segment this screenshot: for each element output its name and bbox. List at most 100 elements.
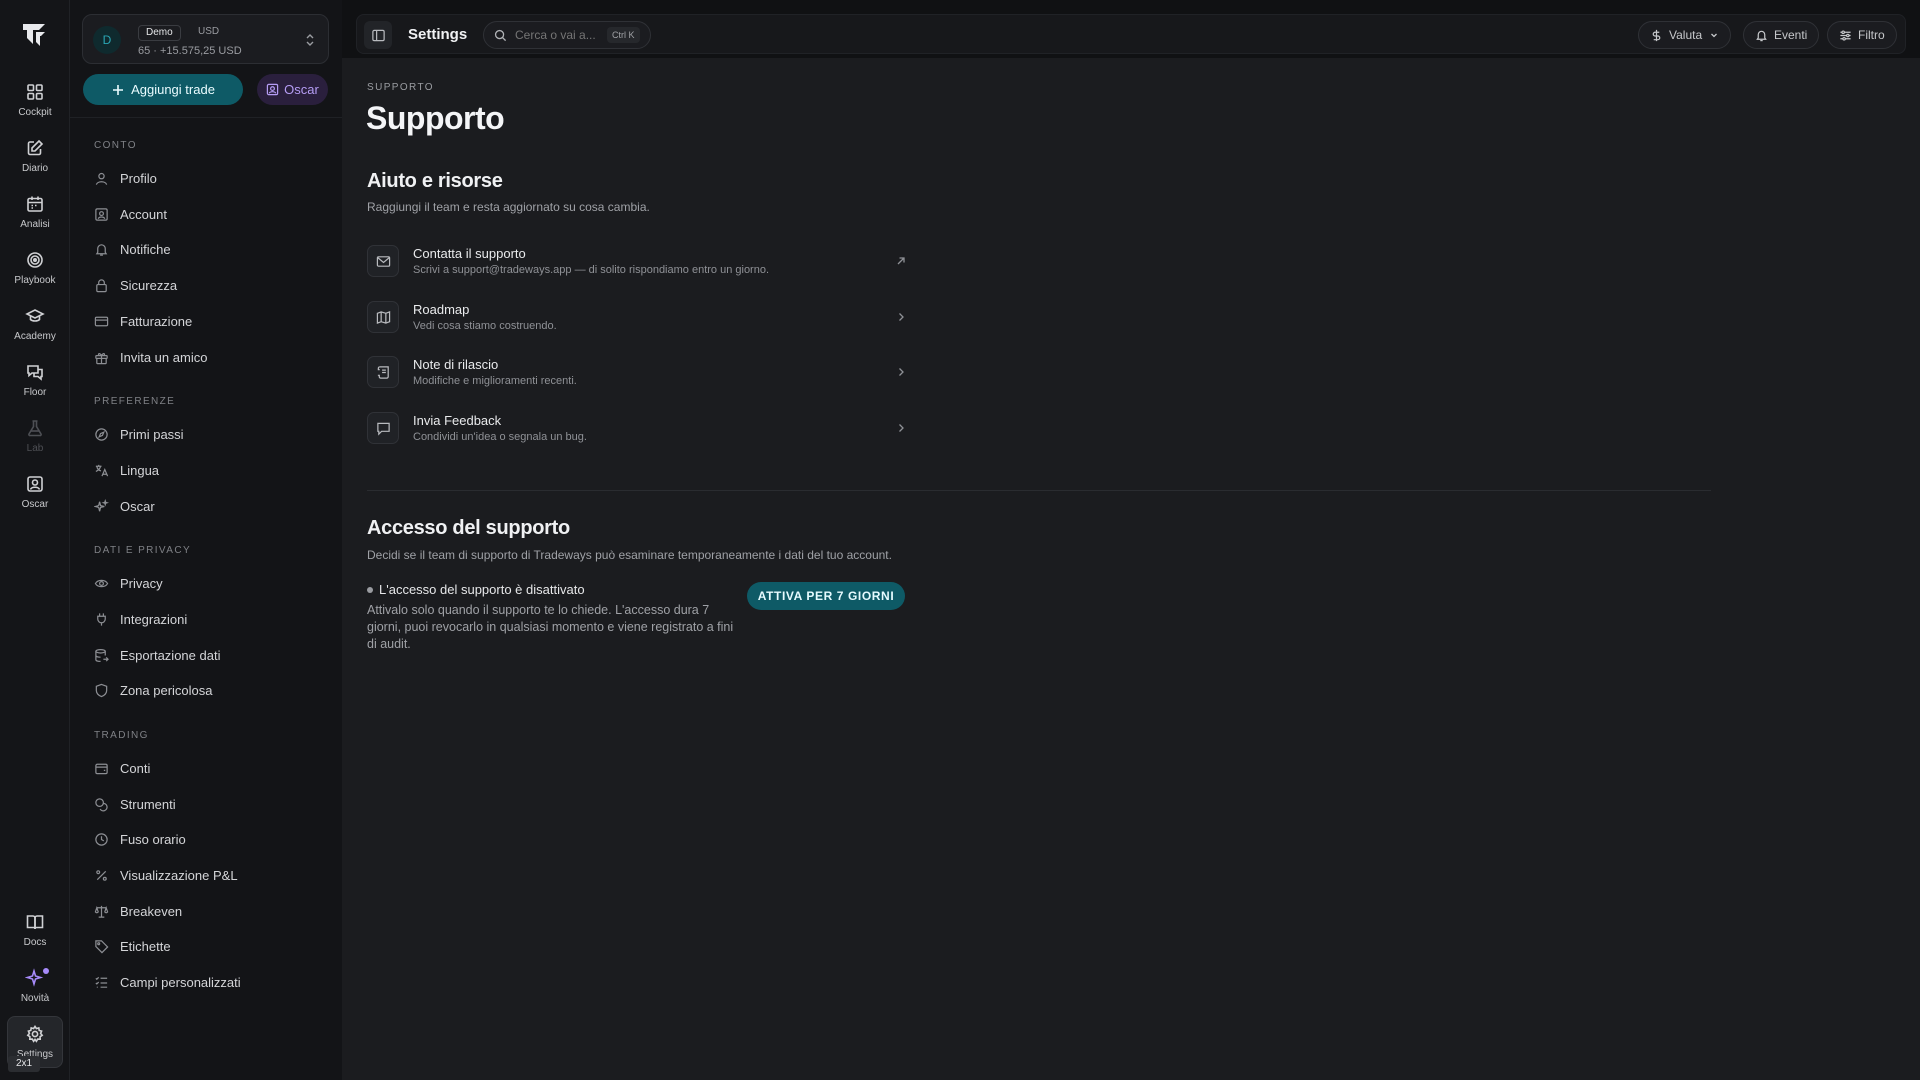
tag-icon (95, 939, 109, 953)
sidebar-item-etichette[interactable]: Etichette (94, 934, 324, 958)
sidebar-item-conti[interactable]: Conti (94, 756, 324, 780)
rail-item-docs[interactable]: Docs (7, 904, 63, 956)
chevron-right-icon (899, 313, 904, 321)
sidebar-item-label: Conti (120, 760, 151, 776)
resource-subtitle: Condividi un'idea o segnala un bug. (413, 431, 587, 443)
search-box[interactable]: Ctrl K (483, 21, 651, 49)
rail-label: Docs (23, 937, 47, 948)
section-desc-access: Decidi se il team di supporto di Tradewa… (367, 548, 892, 562)
activate-support-access-button[interactable]: ATTIVA PER 7 GIORNI (747, 582, 905, 610)
events-button[interactable]: Eventi (1743, 21, 1820, 49)
plus-icon (113, 84, 124, 95)
sidebar-item-esportazione[interactable]: Esportazione dati (94, 643, 324, 667)
sidebar-item-campi-personalizzati[interactable]: Campi personalizzati (94, 970, 324, 994)
rail-item-academy[interactable]: Academy (7, 298, 63, 350)
sidebar-item-integrazioni[interactable]: Integrazioni (94, 607, 324, 631)
sidebar-item-strumenti[interactable]: Strumenti (94, 792, 324, 816)
add-trade-button[interactable]: Aggiungi trade (83, 74, 243, 105)
sidebar-item-primi-passi[interactable]: Primi passi (94, 422, 324, 446)
rail-item-floor[interactable]: Floor (7, 354, 63, 406)
sidebar-divider (70, 117, 342, 118)
resource-roadmap[interactable]: Roadmap Vedi cosa stiamo costruendo. (367, 297, 907, 337)
sidebar-toggle-button[interactable] (364, 21, 392, 49)
sidebar-item-label: Account (120, 206, 167, 222)
oscar-button[interactable]: Oscar (257, 74, 328, 105)
resource-icon-box (367, 245, 399, 277)
calendar-icon (27, 196, 43, 212)
account-currency: USD (198, 26, 220, 37)
account-summary: 65 · +15.575,25 USD (138, 45, 242, 57)
rail-item-novita[interactable]: Novità (7, 960, 63, 1012)
sidebar-item-profilo[interactable]: Profilo (94, 166, 324, 190)
sidebar-item-zona-pericolosa[interactable]: Zona pericolosa (94, 678, 324, 702)
sidebar-item-label: Invita un amico (120, 349, 208, 365)
grid-icon (27, 84, 43, 100)
rail-item-lab[interactable]: Lab (7, 410, 63, 462)
graduation-icon (25, 309, 45, 322)
sidebar-item-invita[interactable]: Invita un amico (94, 345, 324, 369)
sidebar-item-oscar[interactable]: Oscar (94, 494, 324, 518)
map-icon (376, 310, 390, 324)
sidebar-item-fuso-orario[interactable]: Fuso orario (94, 827, 324, 851)
sidebar-item-lingua[interactable]: Lingua (94, 458, 324, 482)
compass-icon (95, 427, 108, 441)
sidebar-item-pnl[interactable]: Visualizzazione P&L (94, 863, 324, 887)
currency-button[interactable]: Valuta (1638, 21, 1732, 49)
rail-label: Cockpit (18, 107, 52, 118)
rail-item-cockpit[interactable]: Cockpit (7, 74, 63, 126)
rail-item-oscar[interactable]: Oscar (7, 466, 63, 518)
rail-item-diario[interactable]: Diario (7, 130, 63, 182)
rail-item-analisi[interactable]: Analisi (7, 186, 63, 238)
new-indicator (43, 968, 49, 974)
access-status-label: L'accesso del supporto è disattivato (379, 582, 585, 597)
logo-icon[interactable] (19, 18, 51, 50)
sidebar-item-label: Esportazione dati (120, 647, 221, 663)
section-title-trading: TRADING (94, 730, 149, 741)
rail-label: Playbook (14, 275, 56, 286)
sidebar-item-label: Fuso orario (120, 831, 186, 847)
account-switcher[interactable]: D Demo USD 65 · +15.575,25 USD (82, 14, 329, 64)
sidebar-item-fatturazione[interactable]: Fatturazione (94, 309, 324, 333)
resource-feedback[interactable]: Invia Feedback Condividi un'idea o segna… (367, 408, 907, 448)
sidebar-item-label: Strumenti (120, 796, 176, 812)
rail-item-playbook[interactable]: Playbook (7, 242, 63, 294)
id-card-icon (95, 207, 108, 221)
avatar: D (93, 26, 121, 54)
resource-contact-support[interactable]: Contatta il supporto Scrivi a support@tr… (367, 241, 907, 281)
settings-sidebar: D Demo USD 65 · +15.575,25 USD Aggiungi … (70, 0, 342, 1080)
external-link-icon (897, 257, 905, 265)
eye-icon (94, 579, 109, 587)
wallet-icon (95, 763, 108, 774)
filter-button[interactable]: Filtro (1827, 21, 1897, 49)
list-check-icon (95, 976, 108, 988)
search-input[interactable] (515, 28, 601, 42)
chevron-updown-icon (306, 34, 314, 46)
section-title-dati-privacy: DATI E PRIVACY (94, 545, 192, 556)
sidebar-item-label: Integrazioni (120, 611, 188, 627)
sparkle-icon (25, 968, 44, 987)
resource-icon-box (367, 301, 399, 333)
book-icon (26, 915, 44, 930)
sidebar-item-label: Fatturazione (120, 313, 193, 329)
coins-icon (95, 797, 108, 811)
add-trade-label: Aggiungi trade (131, 82, 215, 97)
sparkles-icon (94, 498, 109, 511)
resource-title: Invia Feedback (413, 413, 502, 428)
page-heading: Settings (408, 26, 468, 43)
sidebar-item-account[interactable]: Account (94, 202, 324, 226)
sidebar-item-sicurezza[interactable]: Sicurezza (94, 273, 324, 297)
sidebar-item-label: Profilo (120, 170, 157, 186)
sidebar-item-label: Lingua (120, 462, 160, 478)
credit-card-icon (94, 316, 109, 326)
sidebar-item-label: Etichette (120, 938, 171, 954)
sidebar-item-breakeven[interactable]: Breakeven (94, 899, 324, 923)
sidebar-item-notifiche[interactable]: Notifiche (94, 237, 324, 261)
section-title-conto: CONTO (94, 140, 137, 151)
resource-title: Note di rilascio (413, 357, 499, 372)
access-status: L'accesso del supporto è disattivato (367, 582, 585, 597)
page-title: Supporto (366, 100, 505, 136)
section-title-preferenze: PREFERENZE (94, 396, 176, 407)
rail-label: Analisi (20, 219, 50, 230)
sidebar-item-privacy[interactable]: Privacy (94, 571, 324, 595)
resource-release-notes[interactable]: Note di rilascio Modifiche e miglioramen… (367, 352, 907, 392)
